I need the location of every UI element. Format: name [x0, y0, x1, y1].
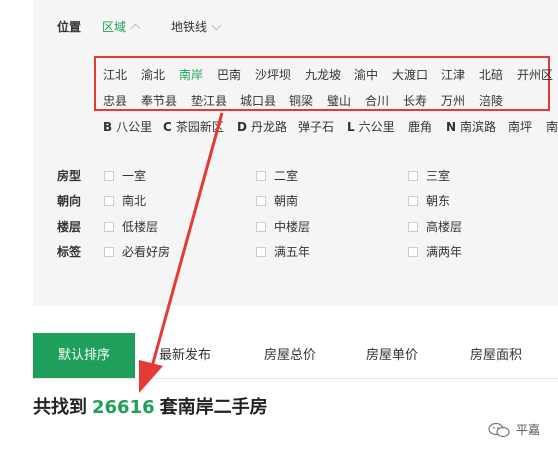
watermark: 平嘉	[488, 421, 540, 438]
watermark-text: 平嘉	[516, 423, 541, 437]
annotation-arrow	[139, 112, 224, 393]
wechat-icon	[488, 422, 510, 437]
